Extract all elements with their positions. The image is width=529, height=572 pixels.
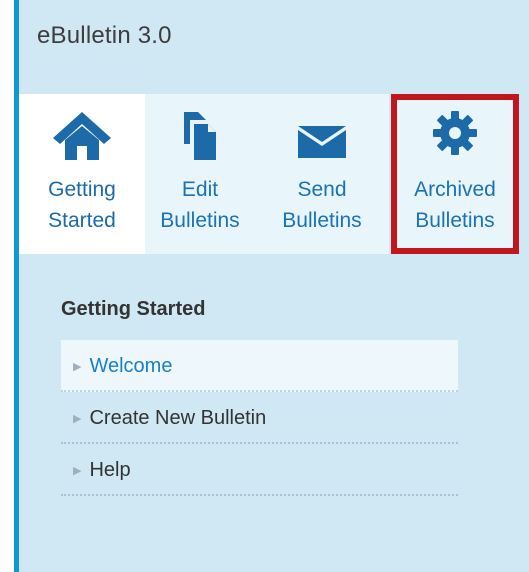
tab-getting-started[interactable]: Getting Started xyxy=(19,94,145,254)
menu-item-help[interactable]: ▶ Help xyxy=(61,444,458,496)
section-title: Getting Started xyxy=(61,298,206,320)
documents-icon xyxy=(145,110,255,160)
tab-send-bulletins[interactable]: Send Bulletins xyxy=(255,94,389,254)
home-icon xyxy=(19,110,145,160)
tab-label: Getting Started xyxy=(48,178,116,232)
triangle-right-icon: ▶ xyxy=(73,361,82,373)
gear-icon xyxy=(397,110,513,160)
triangle-right-icon: ▶ xyxy=(73,413,82,425)
section-menu: ▶ Welcome ▶ Create New Bulletin ▶ Help xyxy=(61,340,458,496)
tab-archived-bulletins[interactable]: Archived Bulletins xyxy=(391,94,519,254)
tab-label: Send Bulletins xyxy=(282,178,362,232)
app-title: eBulletin 3.0 xyxy=(37,22,172,49)
tab-edit-bulletins[interactable]: Edit Bulletins xyxy=(145,94,255,254)
sidebar-panel: eBulletin 3.0 Getting Started Edit Bulle… xyxy=(14,0,529,572)
main-tabs: Getting Started Edit Bulletins Send Bull… xyxy=(19,94,529,254)
tab-label: Edit Bulletins xyxy=(160,178,240,232)
menu-item-welcome[interactable]: ▶ Welcome xyxy=(61,340,458,392)
triangle-right-icon: ▶ xyxy=(73,465,82,477)
envelope-icon xyxy=(255,110,389,160)
menu-item-create-new-bulletin[interactable]: ▶ Create New Bulletin xyxy=(61,392,458,444)
tab-label: Archived Bulletins xyxy=(414,178,496,232)
